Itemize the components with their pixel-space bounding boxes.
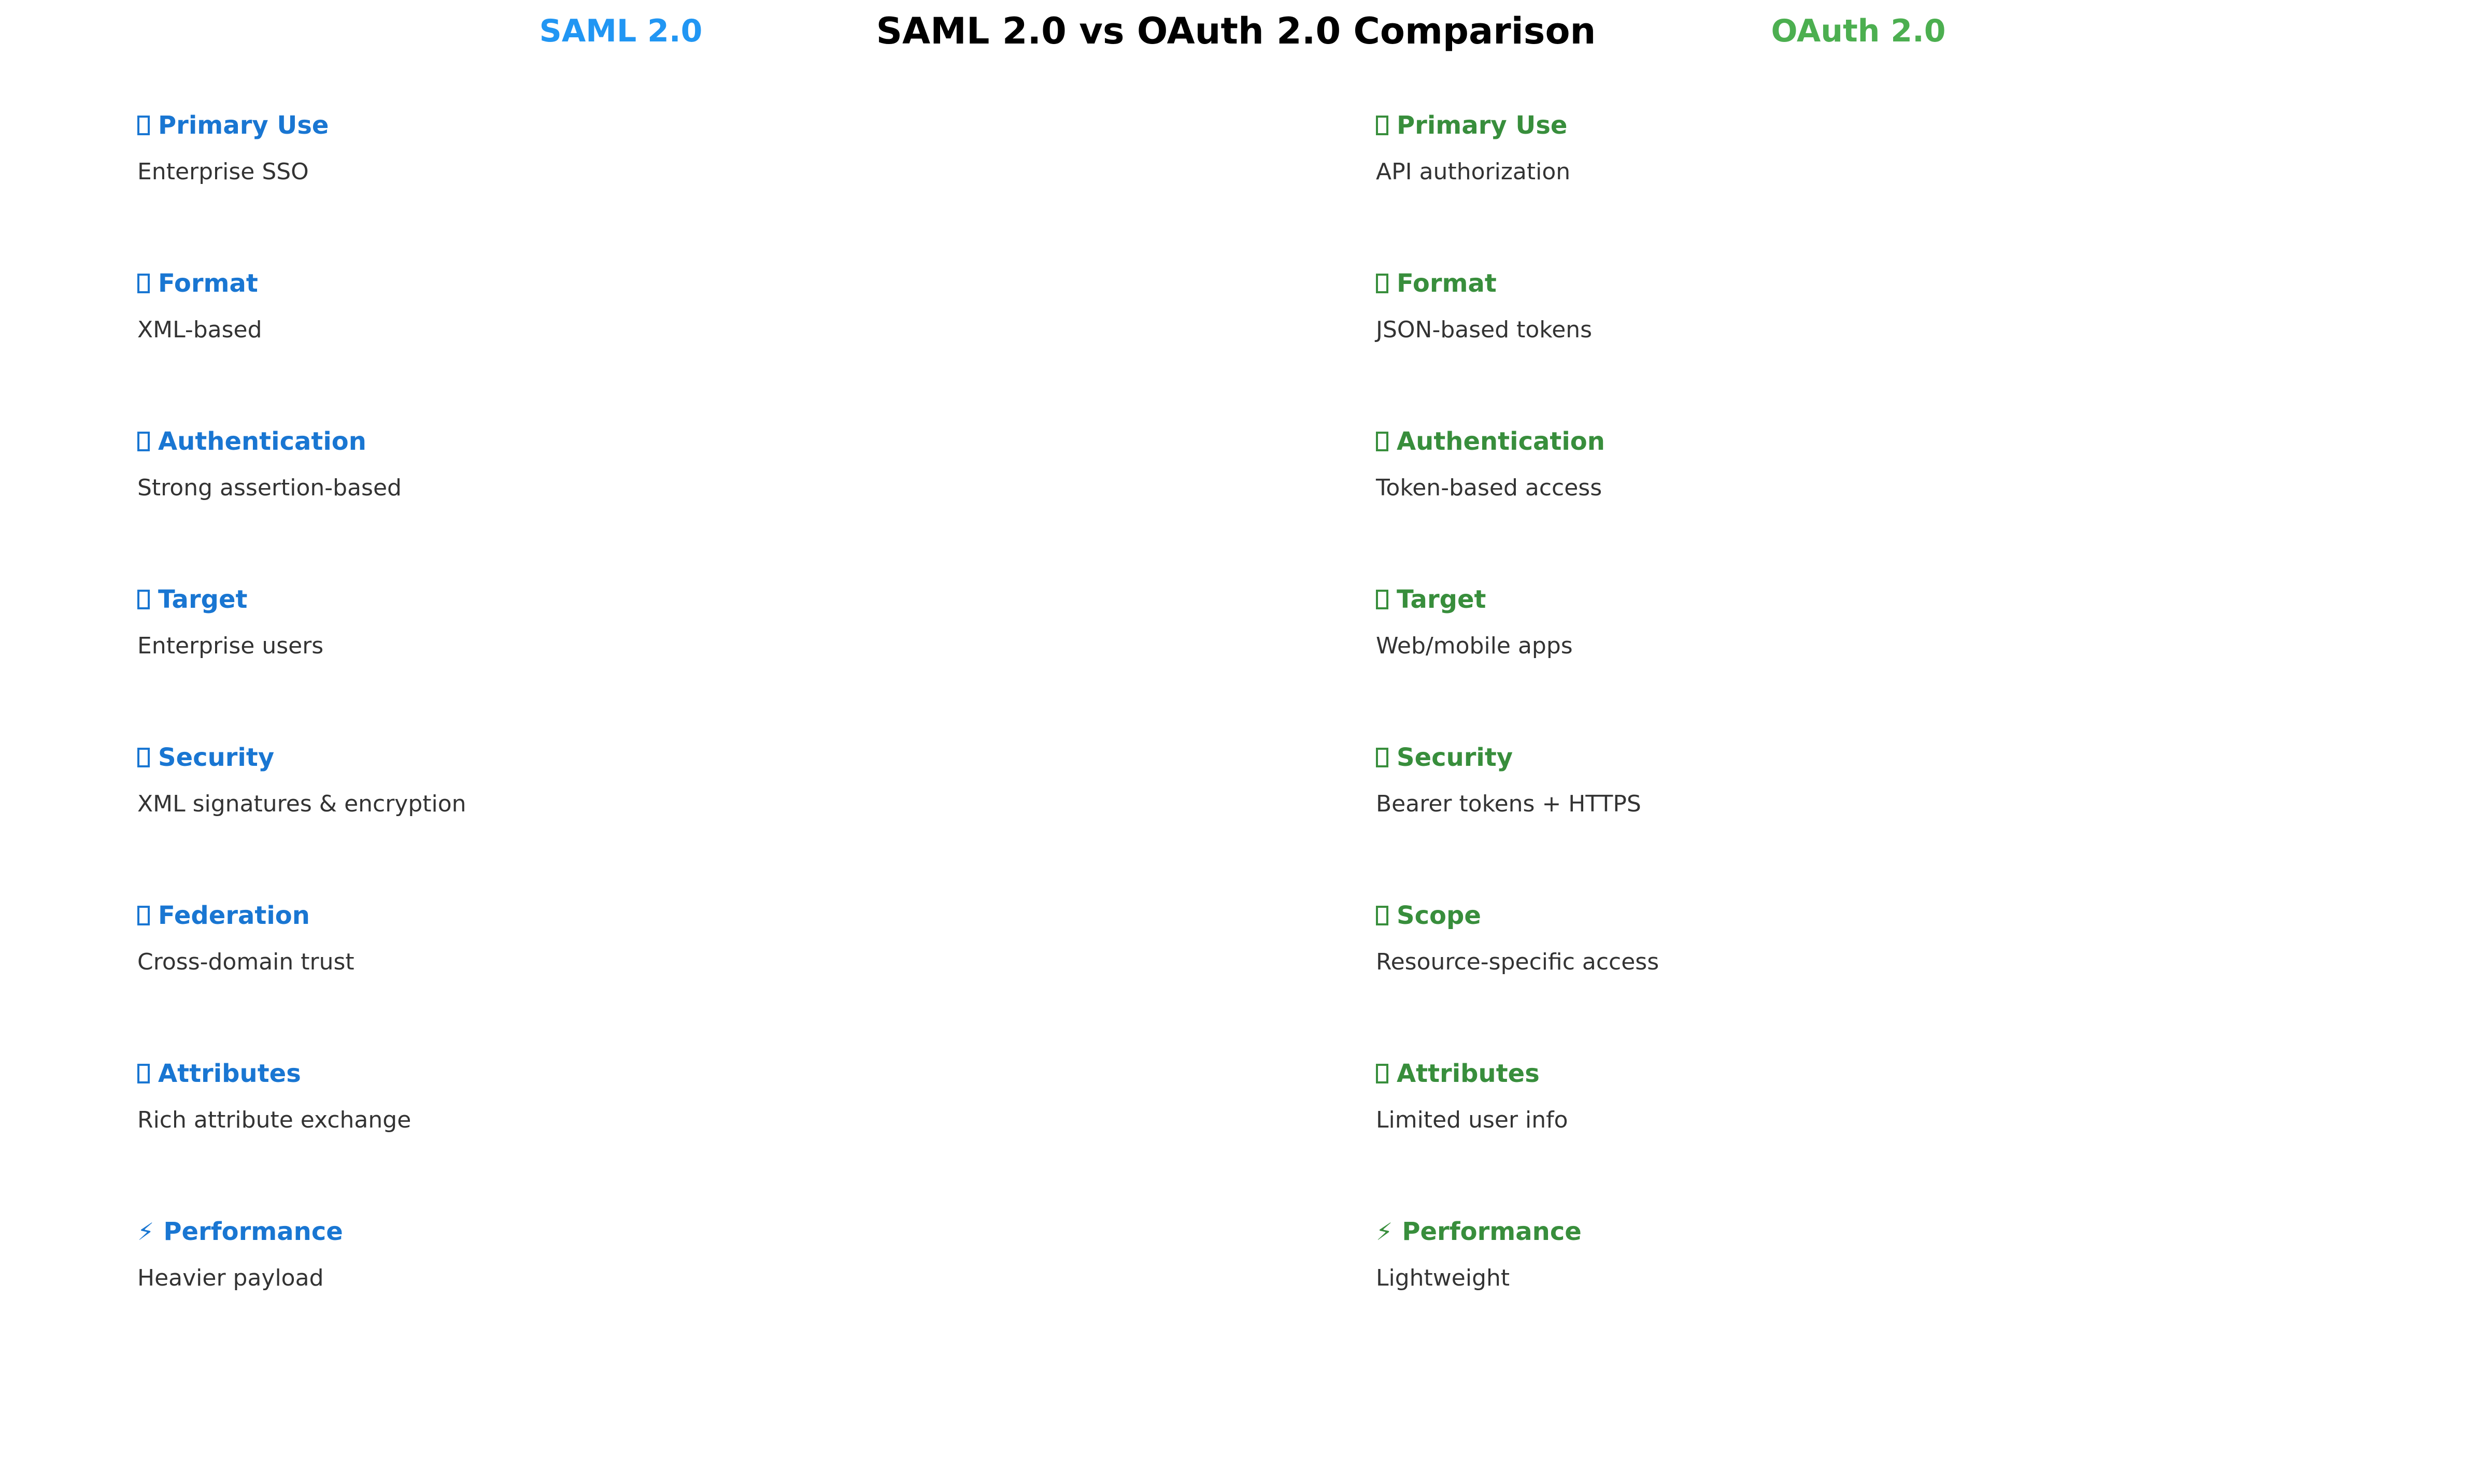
saml-feature-item: Target Enterprise users [137,583,1122,741]
oauth-feature-title: Format [1376,267,2361,300]
saml-feature-description: Enterprise SSO [137,159,309,185]
saml-feature-description: XML-based [137,317,262,343]
saml-feature-item: Federation Cross-domain trust [137,899,1122,1057]
oauth-feature-label: Security [1397,743,1513,772]
oauth-feature-title: Primary Use [1376,109,2361,142]
missing-glyph-icon [1376,1064,1388,1083]
saml-feature-label: Format [158,269,258,298]
saml-feature-title: Primary Use [137,109,1122,142]
oauth-feature-label: Performance [1402,1217,1582,1246]
oauth-feature-label: Format [1397,269,1497,298]
saml-feature-title: Target [137,583,1122,616]
saml-feature-description: XML signatures & encryption [137,791,466,817]
saml-feature-label: Performance [163,1217,343,1246]
saml-feature-title: Security [137,741,1122,774]
saml-feature-item: Authentication Strong assertion-based [137,425,1122,583]
oauth-feature-item: Primary Use API authorization [1376,109,2361,267]
oauth-feature-description: JSON-based tokens [1376,317,1593,343]
saml-feature-description: Cross-domain trust [137,949,354,975]
oauth-feature-description: Web/mobile apps [1376,633,1573,659]
missing-glyph-icon [137,590,150,609]
oauth-feature-item: Authentication Token-based access [1376,425,2361,583]
oauth-feature-label: Primary Use [1397,111,1568,140]
oauth-feature-item: ⚡ Performance Lightweight [1376,1215,2361,1373]
saml-feature-item: Primary Use Enterprise SSO [137,109,1122,267]
oauth-feature-label: Target [1397,585,1486,614]
missing-glyph-icon [1376,590,1388,609]
missing-glyph-icon [137,906,150,925]
lightning-bolt-icon: ⚡ [137,1218,154,1246]
saml-feature-item: Security XML signatures & encryption [137,741,1122,899]
saml-feature-label: Federation [158,901,310,930]
oauth-feature-label: Authentication [1397,427,1605,456]
saml-feature-title: Federation [137,899,1122,932]
oauth-feature-label: Scope [1397,901,1481,930]
oauth-feature-description: Resource-specific access [1376,949,1659,975]
saml-feature-item: ⚡ Performance Heavier payload [137,1215,1122,1373]
missing-glyph-icon [1376,116,1388,135]
saml-feature-item: Format XML-based [137,267,1122,425]
saml-feature-label: Primary Use [158,111,329,140]
oauth-feature-label: Attributes [1397,1059,1540,1088]
oauth-feature-description: Lightweight [1376,1265,1510,1291]
oauth-feature-item: Target Web/mobile apps [1376,583,2361,741]
oauth-feature-description: Limited user info [1376,1107,1568,1133]
saml-feature-title: Attributes [137,1057,1122,1090]
saml-feature-label: Target [158,585,248,614]
lightning-bolt-icon: ⚡ [1376,1218,1393,1246]
saml-feature-label: Authentication [158,427,366,456]
saml-feature-title: Format [137,267,1122,300]
oauth-feature-title: Target [1376,583,2361,616]
oauth-feature-title: Security [1376,741,2361,774]
oauth-feature-item: Scope Resource-specific access [1376,899,2361,1057]
missing-glyph-icon [137,432,150,451]
missing-glyph-icon [1376,274,1388,293]
missing-glyph-icon [137,274,150,293]
saml-feature-description: Heavier payload [137,1265,324,1291]
saml-feature-description: Enterprise users [137,633,324,659]
missing-glyph-icon [137,116,150,135]
saml-feature-description: Strong assertion-based [137,475,402,501]
missing-glyph-icon [1376,906,1388,925]
saml-feature-item: Attributes Rich attribute exchange [137,1057,1122,1215]
saml-feature-title: ⚡ Performance [137,1215,1122,1248]
oauth-column-header: OAuth 2.0 [1771,13,1946,49]
saml-feature-title: Authentication [137,425,1122,458]
oauth-feature-item: Format JSON-based tokens [1376,267,2361,425]
saml-column-header: SAML 2.0 [539,13,703,49]
page-title: SAML 2.0 vs OAuth 2.0 Comparison [876,10,1596,52]
oauth-feature-item: Security Bearer tokens + HTTPS [1376,741,2361,899]
oauth-feature-title: ⚡ Performance [1376,1215,2361,1248]
oauth-feature-description: Bearer tokens + HTTPS [1376,791,1641,817]
oauth-feature-title: Attributes [1376,1057,2361,1090]
oauth-feature-description: API authorization [1376,159,1571,185]
missing-glyph-icon [1376,432,1388,451]
oauth-feature-title: Authentication [1376,425,2361,458]
saml-feature-description: Rich attribute exchange [137,1107,411,1133]
saml-feature-label: Attributes [158,1059,301,1088]
saml-feature-label: Security [158,743,275,772]
oauth-feature-list: Primary Use API authorization Format JSON-b… [1376,109,2361,1373]
missing-glyph-icon [1376,748,1388,767]
missing-glyph-icon [137,748,150,767]
oauth-feature-item: Attributes Limited user info [1376,1057,2361,1215]
saml-feature-list: Primary Use Enterprise SSO Format XML-based… [137,109,1122,1373]
missing-glyph-icon [137,1064,150,1083]
oauth-feature-title: Scope [1376,899,2361,932]
oauth-feature-description: Token-based access [1376,475,1602,501]
